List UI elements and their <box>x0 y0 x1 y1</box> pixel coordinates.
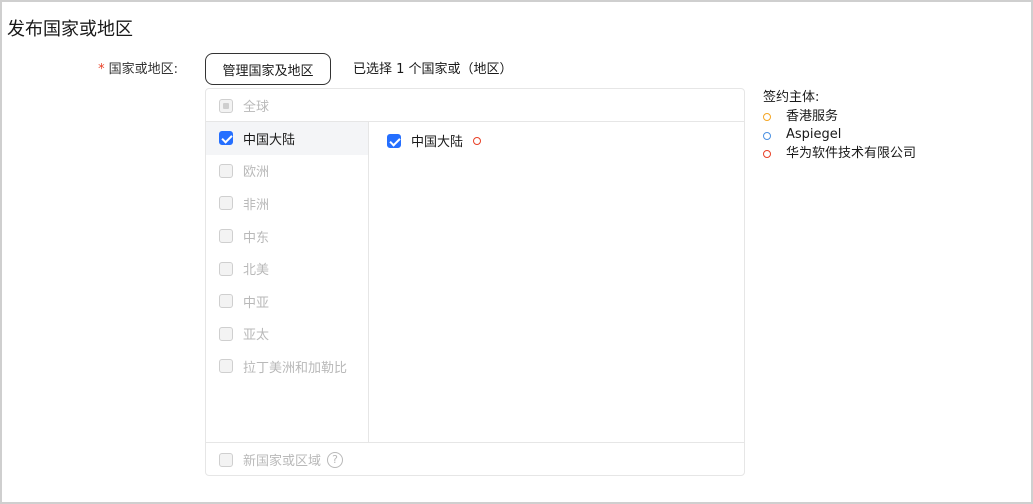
countries-field-label: * 国家或地区: <box>98 61 178 79</box>
legend-item: 华为软件技术有限公司 <box>763 145 916 164</box>
country-selector-panel: 全球 中国大陆欧洲非洲中东北美中亚亚太拉丁美洲和加勒比 中国大陆 新国家或区域 … <box>205 88 745 476</box>
region-item[interactable]: 欧洲 <box>206 155 368 188</box>
legend-title: 签约主体: <box>763 90 820 105</box>
panel-header: 全球 <box>206 89 744 122</box>
region-item[interactable]: 中亚 <box>206 285 368 318</box>
entity-dot-icon <box>763 113 771 122</box>
new-region-checkbox[interactable] <box>219 452 233 467</box>
signing-entity-legend: 签约主体: 香港服务 Aspiegel 华为软件技术有限公司 <box>763 89 916 164</box>
selected-count-summary: 已选择 1 个国家或（地区） <box>353 62 513 77</box>
page-title: 发布国家或地区 <box>7 19 133 40</box>
region-checkbox[interactable] <box>219 196 233 211</box>
legend-items: 香港服务 Aspiegel 华为软件技术有限公司 <box>763 108 916 164</box>
entity-dot-icon <box>763 131 771 140</box>
legend-label: 华为软件技术有限公司 <box>786 146 917 162</box>
region-label: 欧洲 <box>243 165 270 181</box>
region-item[interactable]: 北美 <box>206 252 368 285</box>
region-label: 中东 <box>243 230 270 246</box>
required-mark: * <box>98 62 105 77</box>
region-checkbox[interactable] <box>219 229 233 244</box>
new-region-label: 新国家或区域 <box>243 454 322 469</box>
region-label: 中亚 <box>243 295 270 311</box>
region-label: 非洲 <box>243 197 270 213</box>
country-checkbox[interactable] <box>387 133 401 148</box>
entity-dot-icon <box>473 136 482 145</box>
legend-label: Aspiegel <box>786 127 842 143</box>
field-label-text: 国家或地区: <box>108 62 178 77</box>
new-region-row[interactable]: 新国家或区域 ? <box>206 443 344 476</box>
panel-footer: 新国家或区域 ? <box>206 442 744 475</box>
region-label: 亚太 <box>243 328 270 344</box>
region-checkbox[interactable] <box>219 163 233 178</box>
region-checkbox[interactable] <box>219 131 233 146</box>
region-item[interactable]: 非洲 <box>206 187 368 220</box>
legend-item: 香港服务 <box>763 108 916 127</box>
region-label: 拉丁美洲和加勒比 <box>243 360 348 376</box>
region-label: 中国大陆 <box>243 132 296 148</box>
global-checkbox[interactable] <box>219 98 233 113</box>
region-item[interactable]: 中国大陆 <box>206 122 368 155</box>
region-checkbox[interactable] <box>219 359 233 374</box>
region-checkbox[interactable] <box>219 261 233 276</box>
entity-dot-icon <box>763 150 771 159</box>
region-list: 中国大陆欧洲非洲中东北美中亚亚太拉丁美洲和加勒比 <box>206 122 369 443</box>
legend-item: Aspiegel <box>763 126 916 145</box>
manage-countries-button[interactable]: 管理国家及地区 <box>205 53 331 85</box>
region-checkbox[interactable] <box>219 294 233 309</box>
region-item[interactable]: 拉丁美洲和加勒比 <box>206 350 368 383</box>
global-label: 全球 <box>243 100 270 115</box>
country-label: 中国大陆 <box>411 135 464 150</box>
legend-label: 香港服务 <box>786 108 839 124</box>
region-item[interactable]: 中东 <box>206 220 368 253</box>
region-item[interactable]: 亚太 <box>206 318 368 351</box>
country-list: 中国大陆 <box>369 122 745 443</box>
country-item[interactable]: 中国大陆 <box>387 131 482 150</box>
global-checkbox-row[interactable]: 全球 <box>206 89 269 122</box>
help-icon[interactable]: ? <box>327 451 344 468</box>
region-checkbox[interactable] <box>219 326 233 341</box>
region-label: 北美 <box>243 263 270 279</box>
